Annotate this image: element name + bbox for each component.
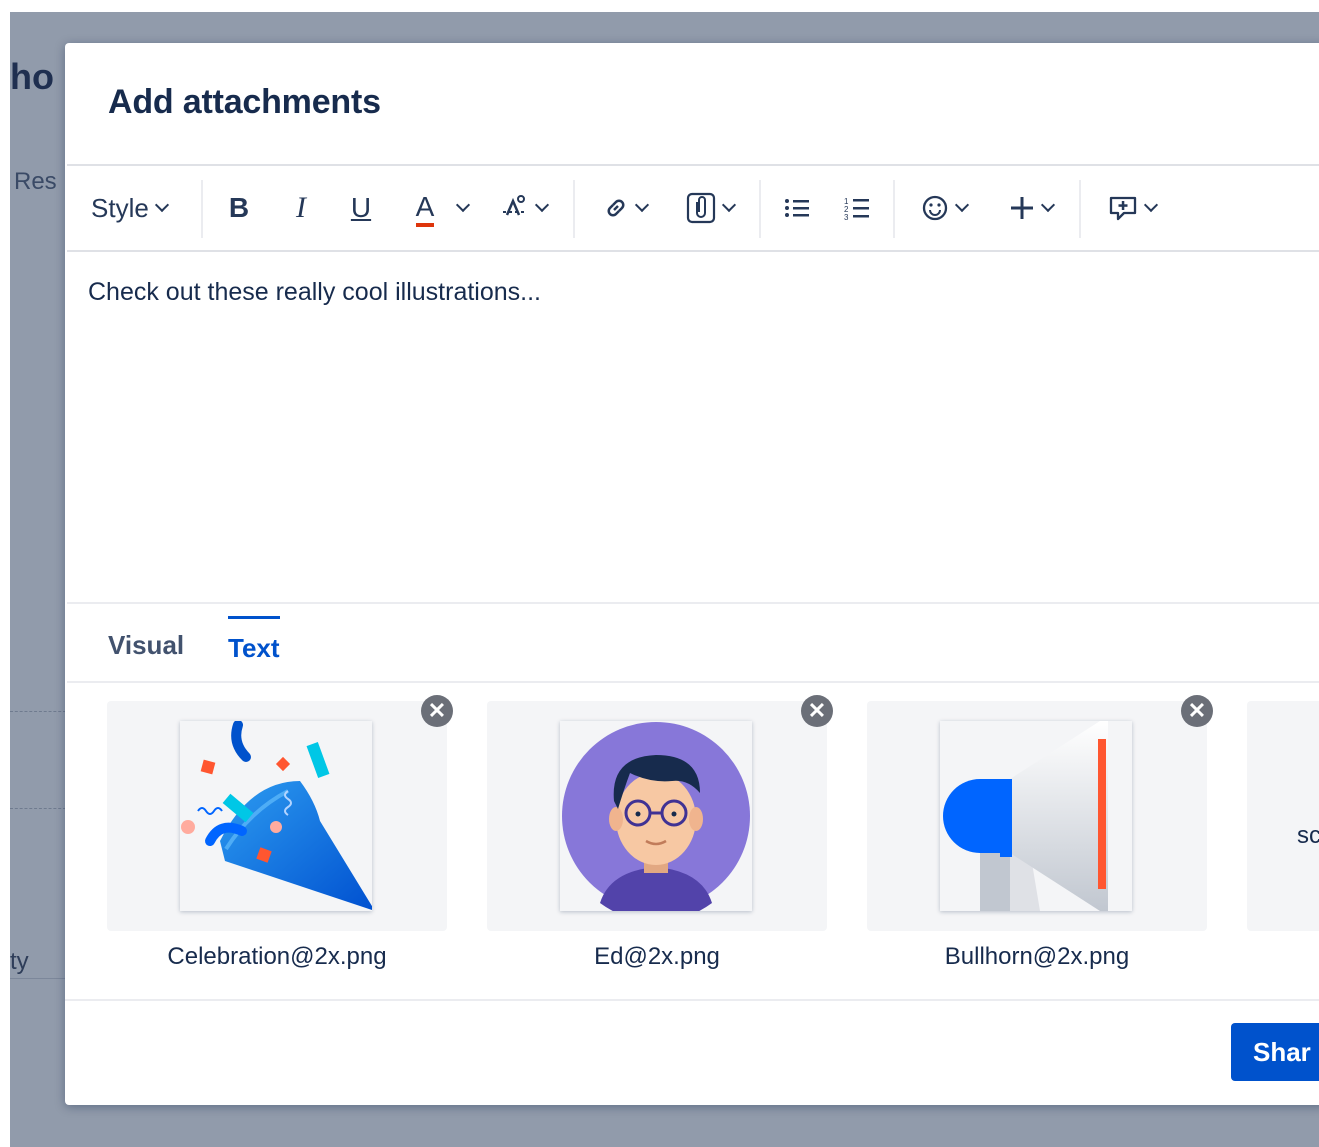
bullet-list-button[interactable] — [783, 166, 811, 250]
link-icon — [607, 199, 625, 217]
dropzone-text: D scr — [1297, 779, 1319, 855]
numbered-list-button[interactable]: 1 2 3 — [843, 166, 871, 250]
insert-dropdown[interactable] — [1001, 166, 1061, 250]
italic-button[interactable]: I — [289, 166, 313, 250]
attachment-card[interactable]: ✕ Celebration@2x.png — [107, 695, 453, 970]
attachment-filename: Bullhorn@2x.png — [944, 943, 1130, 970]
plus-icon — [1011, 197, 1033, 219]
feedback-dropdown[interactable] — [1103, 166, 1161, 250]
attachment-card[interactable]: ✕ Ed@2x.png — [487, 695, 833, 970]
chevron-down-icon — [1143, 197, 1159, 213]
tab-visual[interactable]: Visual — [108, 616, 184, 661]
attachment-filename: Celebration@2x.png — [167, 943, 387, 970]
attachment-card[interactable]: ✕ Bullhorn@2x.png — [867, 695, 1213, 970]
text-style-dropdown[interactable]: Style — [91, 166, 169, 250]
more-formatting-icon — [503, 195, 527, 216]
celebration-popper-image — [180, 721, 372, 911]
dropzone-text-line: D — [1297, 779, 1319, 817]
background-divider — [10, 711, 66, 712]
dialog-title: Add attachments — [108, 83, 381, 121]
add-attachments-dialog: Add attachments Style B I U A 1 2 3 Chec… — [65, 43, 1319, 1105]
chevron-down-icon — [1040, 197, 1056, 213]
text-color-icon: A — [415, 193, 435, 227]
more-formatting-dropdown[interactable] — [495, 166, 553, 250]
toolbar-separator — [893, 180, 895, 238]
remove-attachment-close-icon[interactable]: ✕ — [801, 695, 833, 727]
attachment-icon — [686, 192, 716, 224]
background-tab: Res — [14, 168, 57, 195]
chevron-down-icon — [721, 197, 737, 213]
bold-button[interactable]: B — [225, 166, 253, 250]
toolbar-separator — [201, 180, 203, 238]
toolbar-separator — [759, 180, 761, 238]
dialog-footer: Shar — [65, 999, 1319, 1105]
upload-dropzone[interactable]: D scr — [1247, 701, 1319, 931]
bullhorn-image — [940, 721, 1132, 911]
numbered-list-icon: 1 2 3 — [844, 197, 869, 221]
background-divider — [10, 978, 66, 979]
tab-text[interactable]: Text — [228, 616, 280, 664]
editor-toolbar: Style B I U A 1 2 3 — [67, 166, 1319, 252]
background-label: ty — [10, 948, 29, 975]
remove-attachment-close-icon[interactable]: ✕ — [421, 695, 453, 727]
bullet-list-icon — [785, 199, 809, 217]
attachments-list: ✕ Celebration@2x.png ✕ Ed@2x.png ✕ Bullh… — [65, 695, 1319, 991]
chevron-down-icon — [154, 197, 169, 213]
background-page-title: ho — [10, 56, 54, 97]
text-style-label: Style — [91, 192, 149, 223]
remove-attachment-close-icon[interactable]: ✕ — [1181, 695, 1213, 727]
editor-content[interactable]: Check out these really cool illustration… — [88, 278, 541, 307]
toolbar-separator — [573, 180, 575, 238]
emoji-dropdown[interactable] — [915, 166, 973, 250]
toolbar-separator — [1079, 180, 1081, 238]
chevron-down-icon — [634, 197, 650, 213]
editor-mode-tabs: Visual Text — [67, 602, 1319, 683]
chevron-down-icon — [954, 197, 970, 213]
emoji-icon — [922, 195, 948, 221]
attachment-filename: Ed@2x.png — [594, 943, 720, 970]
svg-text:3: 3 — [844, 213, 849, 221]
underline-button[interactable]: U — [347, 166, 375, 250]
rich-text-editor: Style B I U A 1 2 3 Check out these real… — [67, 164, 1319, 683]
share-button[interactable]: Shar — [1231, 1023, 1319, 1081]
background-divider — [10, 808, 66, 809]
comment-add-icon — [1109, 196, 1137, 221]
avatar-ed-image — [560, 721, 752, 911]
text-color-dropdown[interactable]: A — [407, 166, 477, 250]
chevron-down-icon — [456, 197, 471, 213]
dropzone-text-line: scr — [1297, 822, 1319, 849]
chevron-down-icon — [534, 197, 550, 213]
attachment-dropdown[interactable] — [679, 166, 741, 250]
link-dropdown[interactable] — [597, 166, 653, 250]
